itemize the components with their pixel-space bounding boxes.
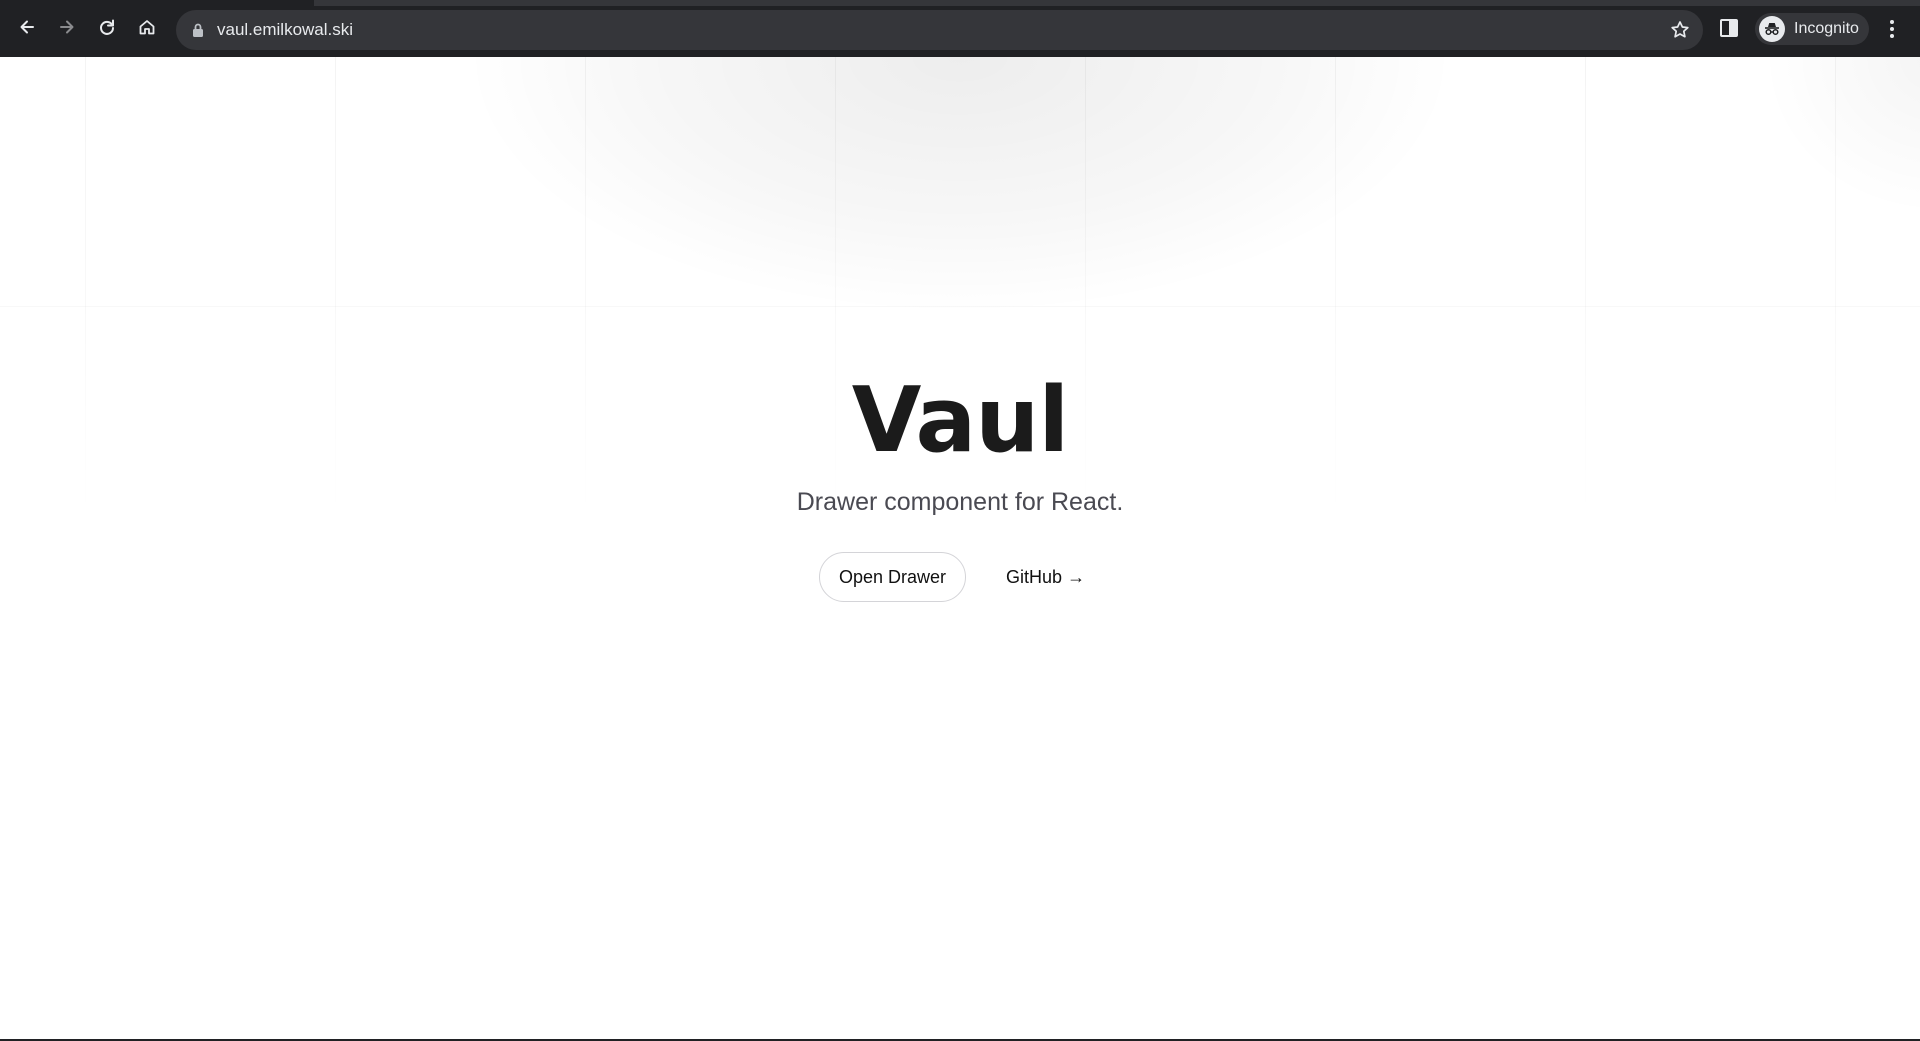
incognito-icon bbox=[1759, 16, 1785, 42]
home-icon bbox=[139, 20, 155, 35]
side-panel-icon[interactable] bbox=[1718, 17, 1740, 39]
page-title: Vaul bbox=[851, 368, 1069, 473]
reload-button[interactable] bbox=[92, 12, 122, 42]
arrow-left-icon bbox=[20, 20, 34, 34]
open-drawer-button[interactable]: Open Drawer bbox=[819, 552, 967, 602]
browser-toolbar: vaul.emilkowal.ski Incognito bbox=[0, 0, 1920, 57]
hero-actions: Open Drawer GitHub → bbox=[819, 552, 1085, 602]
arrow-right-icon bbox=[60, 20, 74, 34]
address-bar[interactable]: vaul.emilkowal.ski bbox=[176, 10, 1703, 50]
github-link[interactable]: GitHub → bbox=[1006, 567, 1085, 588]
home-button[interactable] bbox=[132, 12, 162, 42]
incognito-label: Incognito bbox=[1794, 20, 1859, 37]
tab-strip-edge bbox=[314, 0, 1920, 6]
forward-button[interactable] bbox=[52, 12, 82, 42]
back-button[interactable] bbox=[12, 12, 42, 42]
url-text[interactable]: vaul.emilkowal.ski bbox=[217, 20, 353, 40]
page-viewport: Vaul Drawer component for React. Open Dr… bbox=[0, 57, 1920, 1041]
lock-icon bbox=[193, 23, 203, 37]
reload-icon bbox=[100, 19, 114, 35]
star-icon[interactable] bbox=[1669, 19, 1691, 41]
incognito-profile-button[interactable]: Incognito bbox=[1755, 13, 1869, 45]
page-subtitle: Drawer component for React. bbox=[796, 488, 1124, 516]
kebab-menu-icon[interactable] bbox=[1881, 17, 1903, 41]
